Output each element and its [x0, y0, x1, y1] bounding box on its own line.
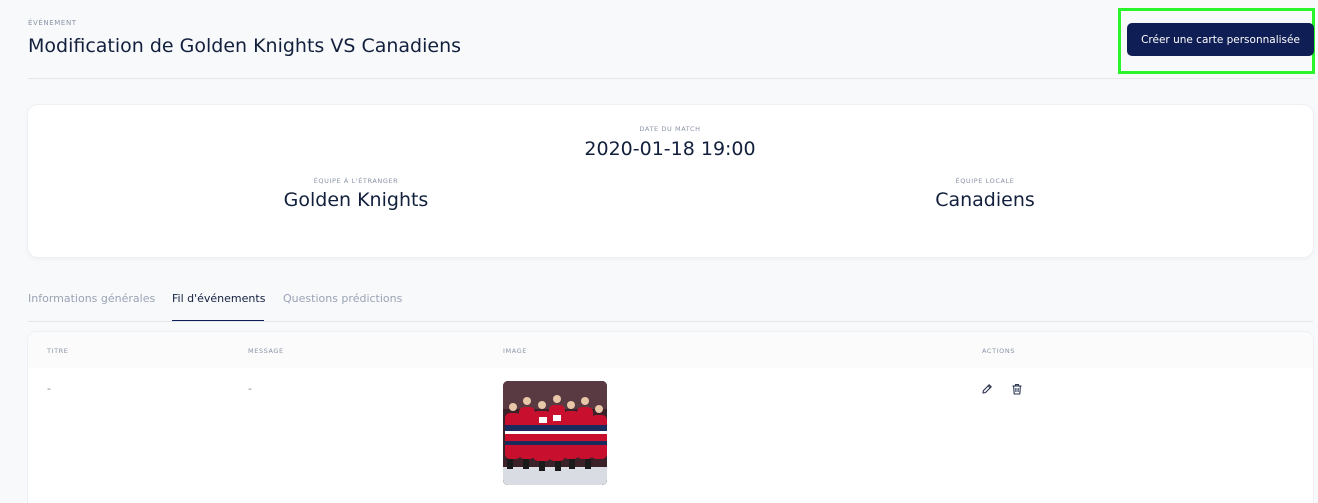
event-image-thumbnail[interactable] — [503, 381, 607, 485]
header-divider — [28, 78, 1313, 79]
hockey-celebration-photo — [503, 381, 607, 485]
trash-icon[interactable] — [1010, 381, 1024, 395]
tabs-divider — [28, 321, 1313, 322]
page-title: Modification de Golden Knights VS Canadi… — [28, 35, 462, 57]
away-team-label: ÉQUIPE À L'ÉTRANGER — [313, 177, 399, 185]
tab-event-feed[interactable]: Fil d'événements — [172, 292, 265, 305]
column-header-message: MESSAGE — [248, 347, 284, 355]
table-header: TITRE MESSAGE IMAGE ACTIONS — [28, 332, 1313, 368]
row-message-cell: - — [248, 382, 252, 395]
page-header: ÉVÉNEMENT Modification de Golden Knights… — [0, 0, 1318, 80]
match-date-label: DATE DU MATCH — [639, 125, 701, 133]
create-custom-card-button[interactable]: Créer une carte personnalisée — [1127, 23, 1314, 56]
tab-prediction-questions[interactable]: Questions prédictions — [283, 292, 402, 305]
tab-bar: Informations générales Fil d'événements … — [28, 283, 1313, 322]
column-header-title: TITRE — [47, 347, 69, 355]
edit-icon[interactable] — [980, 381, 994, 395]
home-team-name: Canadiens — [935, 189, 1035, 211]
row-title-cell: - — [47, 382, 51, 395]
match-card: DATE DU MATCH 2020-01-18 19:00 ÉQUIPE À … — [28, 105, 1313, 257]
column-header-image: IMAGE — [503, 347, 528, 355]
home-team-label: ÉQUIPE LOCALE — [955, 177, 1015, 185]
column-header-actions: ACTIONS — [982, 347, 1016, 355]
match-date-value: 2020-01-18 19:00 — [584, 138, 756, 160]
event-feed-table: TITRE MESSAGE IMAGE ACTIONS - - — [28, 332, 1313, 503]
tab-general-info[interactable]: Informations générales — [28, 292, 155, 305]
page-eyebrow: ÉVÉNEMENT — [28, 19, 77, 27]
away-team-name: Golden Knights — [283, 189, 429, 211]
